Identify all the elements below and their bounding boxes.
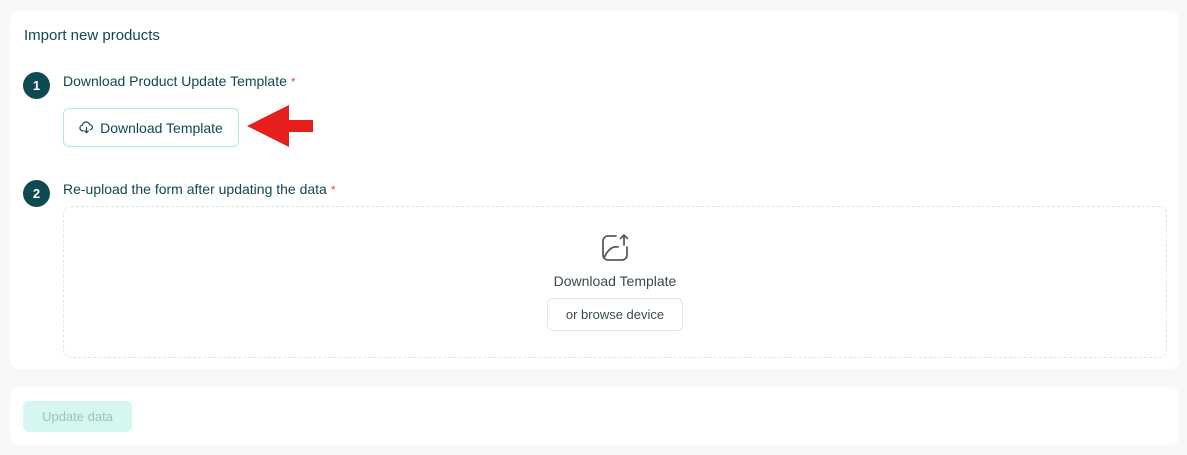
image-upload-icon xyxy=(602,234,629,261)
required-mark: * xyxy=(290,75,296,89)
dropzone-title: Download Template xyxy=(553,273,677,289)
download-template-label: Download Template xyxy=(100,119,223,136)
step-2-badge: 2 xyxy=(23,180,50,207)
footer-card: Update data xyxy=(10,387,1179,445)
download-template-button[interactable]: Download Template xyxy=(63,108,239,147)
annotation-arrow-icon xyxy=(247,105,313,147)
upload-dropzone[interactable]: Download Template or browse device xyxy=(63,206,1167,358)
step-2-label: Re-upload the form after updating the da… xyxy=(63,181,336,197)
card-title: Import new products xyxy=(24,27,160,44)
step-1-label: Download Product Update Template * xyxy=(63,73,296,89)
update-data-button[interactable]: Update data xyxy=(23,401,132,432)
cloud-download-icon xyxy=(79,121,94,134)
step-1-badge: 1 xyxy=(23,72,50,99)
required-mark: * xyxy=(330,183,336,197)
browse-device-button[interactable]: or browse device xyxy=(547,298,683,331)
step-1-label-text: Download Product Update Template xyxy=(63,73,287,89)
step-2-label-text: Re-upload the form after updating the da… xyxy=(63,181,327,197)
import-products-card: Import new products 1 Download Product U… xyxy=(10,11,1179,369)
